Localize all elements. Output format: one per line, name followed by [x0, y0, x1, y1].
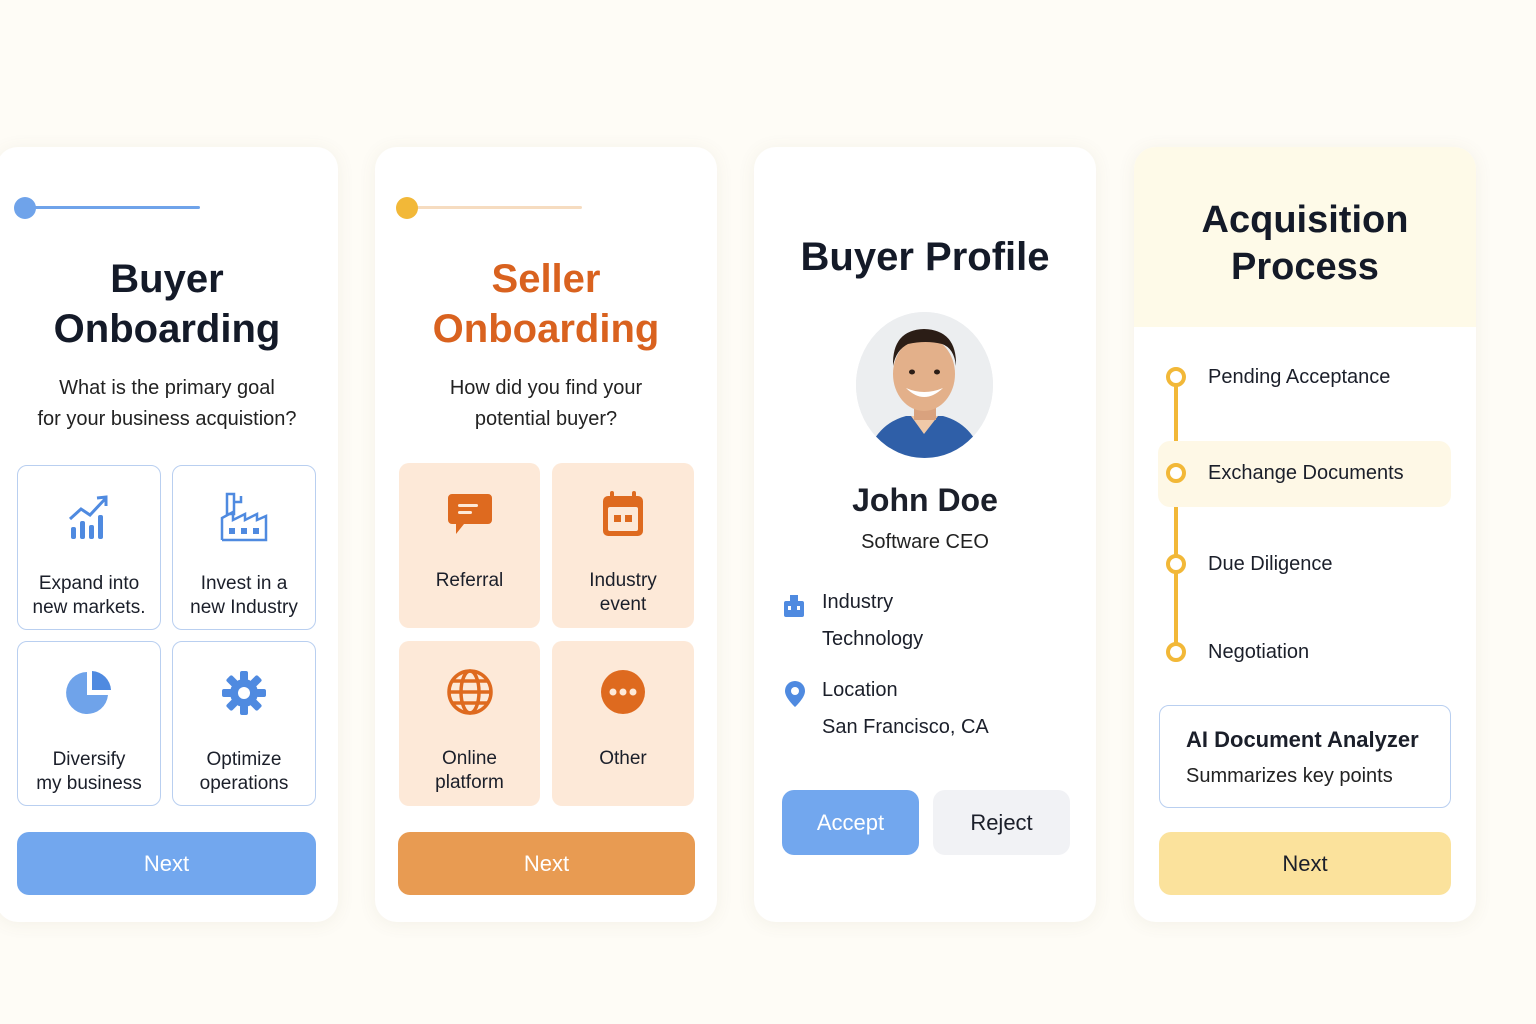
progress-bar [396, 197, 586, 219]
timeline-line [1174, 379, 1178, 655]
page-title: Buyer Onboarding [53, 257, 281, 351]
industry-label: Industry [822, 591, 894, 613]
option-label: Optimize operations [199, 749, 289, 794]
page-title: Seller Onboarding [432, 257, 660, 351]
question-text: What is the primary goal for your busine… [37, 377, 297, 430]
globe-icon [445, 665, 495, 719]
analyzer-subtitle: Summarizes key points [1186, 765, 1393, 787]
option-label: Referral [435, 570, 504, 591]
buyer-profile-card: Buyer Profile John Doe Software CEO Indu… [754, 147, 1096, 922]
option-label: Diversify my business [36, 749, 142, 794]
chat-bubble-icon [446, 487, 494, 541]
seller-onboarding-card: Seller Onboarding How did you find your … [375, 147, 717, 922]
buyer-role: Software CEO [861, 531, 989, 553]
page-title: Acquisition Process [1201, 199, 1409, 288]
location-pin-icon [784, 680, 806, 713]
reject-button[interactable]: Reject [933, 790, 1070, 855]
next-button[interactable]: Next [1159, 832, 1451, 895]
progress-bar [14, 197, 204, 219]
industry-value: Technology [822, 628, 924, 650]
page-title: Buyer Profile [800, 235, 1050, 279]
step-label: Negotiation [1208, 641, 1310, 663]
option-referral[interactable]: Referral [399, 463, 540, 628]
ai-document-analyzer-card[interactable]: AI Document Analyzer Summarizes key poin… [1159, 705, 1451, 808]
option-invest-industry[interactable]: Invest in a new Industry [172, 465, 316, 630]
calendar-icon [600, 487, 646, 541]
option-online-platform[interactable]: Online platform [399, 641, 540, 806]
step-marker [1166, 642, 1186, 662]
question-text: How did you find your potential buyer? [449, 377, 643, 430]
gear-icon [221, 666, 267, 720]
acquisition-process-card: Acquisition Process Pending Acceptance E… [1134, 147, 1476, 922]
accept-button[interactable]: Accept [782, 790, 919, 855]
step-marker [1166, 367, 1186, 387]
progress-dot [14, 197, 36, 219]
option-label: Industry event [589, 570, 657, 615]
timeline-step[interactable]: Exchange Documents [1166, 462, 1466, 488]
progress-dot [396, 197, 418, 219]
option-diversify[interactable]: Diversify my business [17, 641, 161, 806]
option-industry-event[interactable]: Industry event [552, 463, 694, 628]
next-button[interactable]: Next [17, 832, 316, 895]
step-marker [1166, 463, 1186, 483]
option-label: Expand into new markets. [32, 573, 146, 618]
factory-icon [219, 490, 269, 544]
step-label: Pending Acceptance [1208, 366, 1391, 388]
option-optimize-operations[interactable]: Optimize operations [172, 641, 316, 806]
more-dots-icon [599, 665, 647, 719]
step-marker [1166, 554, 1186, 574]
timeline-step[interactable]: Due Diligence [1166, 553, 1466, 579]
option-expand-markets[interactable]: Expand into new markets. [17, 465, 161, 630]
next-button[interactable]: Next [398, 832, 695, 895]
option-other[interactable]: Other [552, 641, 694, 806]
building-icon [782, 593, 806, 624]
option-label: Online platform [435, 748, 504, 793]
location-value: San Francisco, CA [822, 716, 989, 738]
option-label: Invest in a new Industry [190, 573, 298, 618]
step-label: Due Diligence [1208, 553, 1333, 575]
timeline-step[interactable]: Negotiation [1166, 641, 1466, 667]
buyer-name: John Doe [852, 482, 998, 518]
pie-chart-icon [64, 666, 114, 720]
buyer-onboarding-card: Buyer Onboarding What is the primary goa… [0, 147, 338, 922]
step-label: Exchange Documents [1208, 462, 1404, 484]
timeline-step[interactable]: Pending Acceptance [1166, 366, 1466, 392]
growth-chart-icon [67, 490, 111, 544]
avatar [856, 312, 993, 458]
location-label: Location [822, 679, 898, 701]
option-label: Other [599, 748, 647, 769]
analyzer-title: AI Document Analyzer [1186, 727, 1419, 752]
